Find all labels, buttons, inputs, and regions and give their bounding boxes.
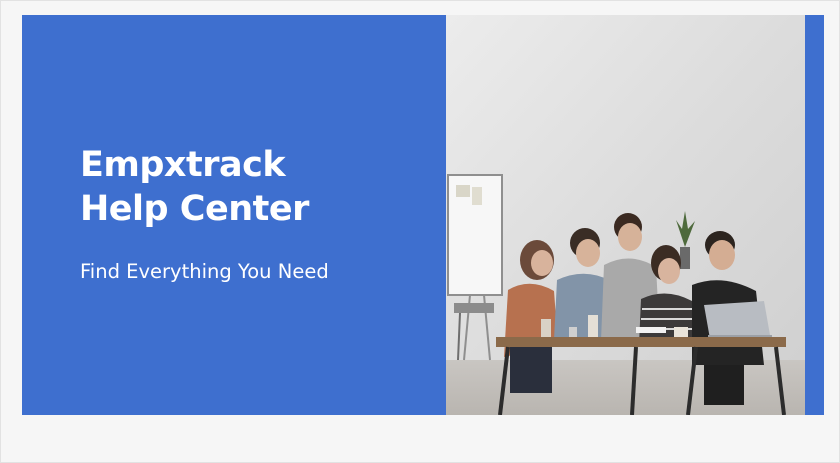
banner-right-strip [805,15,824,415]
laptop [704,301,772,341]
banner-text-panel: Empxtrack Help Center Find Everything Yo… [22,15,446,415]
team-meeting-photo [446,15,805,415]
banner-title: Empxtrack Help Center [80,143,309,231]
banner-subtitle: Find Everything You Need [80,260,329,283]
banner-title-line1: Empxtrack [80,145,286,185]
banner-title-line2: Help Center [80,189,309,229]
page-frame: Empxtrack Help Center Find Everything Yo… [0,0,840,463]
help-center-banner: Empxtrack Help Center Find Everything Yo… [22,15,824,415]
